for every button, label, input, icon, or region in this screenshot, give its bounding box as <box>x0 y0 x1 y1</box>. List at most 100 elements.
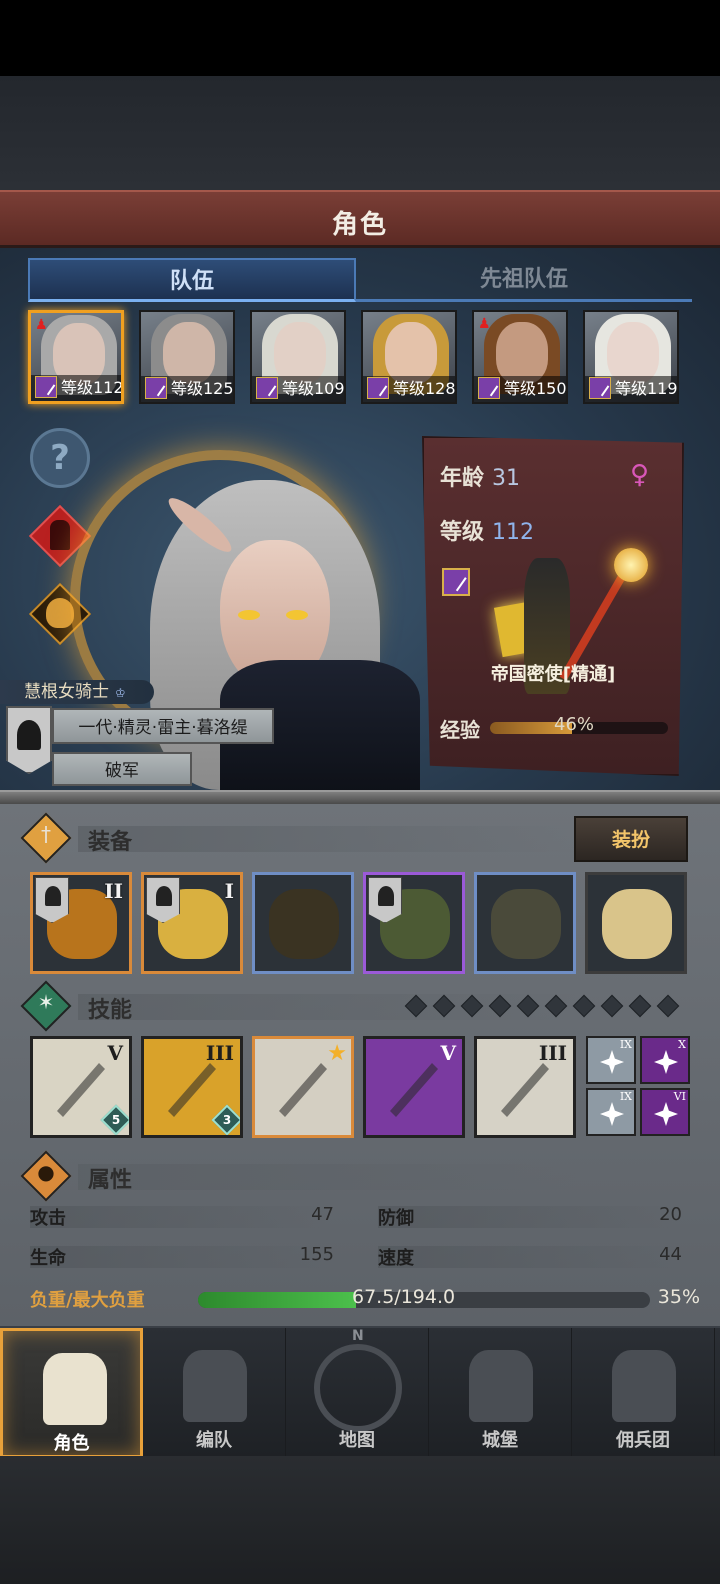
skill-gem <box>404 994 428 1018</box>
exp-label: 经验 <box>440 718 480 742</box>
nav-castle[interactable]: 城堡 <box>429 1328 572 1458</box>
equipment-slot[interactable]: I <box>141 872 243 974</box>
class-icon <box>367 377 389 399</box>
equipment-slot[interactable] <box>363 872 465 974</box>
level-value: 112 <box>492 520 535 545</box>
nav-knight-helmet[interactable]: 角色 <box>0 1328 143 1458</box>
defense-row: 防御 20 <box>378 1204 682 1230</box>
roster-portrait[interactable]: 等级109 <box>250 310 346 404</box>
tab-ancestor-team[interactable]: 先祖队伍 <box>356 258 692 302</box>
tab-team[interactable]: 队伍 <box>28 258 356 302</box>
exp-percent: 46% <box>554 714 595 735</box>
attack-value: 47 <box>311 1204 334 1225</box>
passive-skill[interactable]: IX <box>586 1036 636 1084</box>
passive-rank: X <box>678 1038 686 1051</box>
skill-gem <box>656 994 680 1018</box>
nav-label: 佣兵团 <box>616 1430 670 1451</box>
skill-slot[interactable]: III <box>474 1036 576 1138</box>
weight-value: 67.5/194.0 <box>352 1286 456 1308</box>
equipment-slot[interactable] <box>585 872 687 974</box>
skill-slot[interactable]: ★ <box>252 1036 354 1138</box>
skill-gem <box>544 994 568 1018</box>
roster-portrait[interactable]: ♟ 等级150 <box>472 310 568 404</box>
attributes-header: ● 属性 <box>20 1150 696 1202</box>
skill-rank: III <box>205 1041 234 1065</box>
passive-rank: VI <box>673 1090 686 1103</box>
class-icon[interactable] <box>442 568 470 596</box>
portrait-face <box>496 322 548 384</box>
equipment-title: 装备 <box>88 830 133 855</box>
skill-gem <box>516 994 540 1018</box>
roster: ♟ 等级112 等级125 等级109 等级128 ♟ 等级150 等级119 <box>28 310 692 406</box>
skill-level: 5 <box>111 1113 121 1127</box>
bottom-nav: 角色 编队 N 地图 城堡 佣兵团 <box>0 1326 720 1458</box>
level-label: 等级 <box>440 520 485 545</box>
nav-formation[interactable]: 编队 <box>143 1328 286 1458</box>
equipment-slots: II I <box>30 872 690 974</box>
skill-level-badge: 5 <box>100 1104 129 1135</box>
title-bar: 角色 <box>0 190 720 248</box>
class-icon <box>145 377 167 399</box>
passive-skill[interactable]: VI <box>640 1088 690 1136</box>
skill-gem <box>488 994 512 1018</box>
skill-gem <box>628 994 652 1018</box>
passive-skill-grid: IX X IX VI <box>586 1036 690 1138</box>
equipment-slot[interactable]: II <box>30 872 132 974</box>
class-icon <box>35 376 57 398</box>
star-icon: ✶ <box>37 990 55 1014</box>
tree-banner-icon <box>146 877 180 923</box>
female-icon: ♀ <box>630 460 650 490</box>
nav-map-compass[interactable]: N 地图 <box>286 1328 429 1458</box>
skill-gem <box>572 994 596 1018</box>
portrait-face <box>607 322 659 384</box>
nav-mercenary[interactable]: 佣兵团 <box>572 1328 715 1458</box>
info-panel: 年龄 31 ♀ 等级 112 帝国密使[精通] 经验 46% <box>422 436 684 776</box>
hp-value: 155 <box>299 1244 334 1265</box>
attack-label: 攻击 <box>30 1208 66 1229</box>
roster-portrait[interactable]: ♟ 等级112 <box>28 310 124 404</box>
class-icon <box>256 377 278 399</box>
mercenary-icon <box>612 1350 676 1422</box>
nav-label: 编队 <box>196 1430 232 1451</box>
header-backdrop <box>0 76 720 190</box>
attack-row: 攻击 47 <box>30 1204 334 1230</box>
equipment-art <box>491 889 561 959</box>
level-row: 等级 112 <box>440 514 534 546</box>
equipment-art <box>602 889 672 959</box>
crown-icon: ♔ <box>115 686 126 700</box>
skill-art <box>57 1063 105 1117</box>
roster-portrait[interactable]: 等级125 <box>139 310 235 404</box>
defense-label: 防御 <box>378 1208 414 1229</box>
skill-art <box>168 1063 216 1117</box>
compass-north-icon: N <box>352 1328 364 1344</box>
roster-portrait[interactable]: 等级119 <box>583 310 679 404</box>
roster-portrait[interactable]: 等级128 <box>361 310 457 404</box>
status-area <box>0 0 720 76</box>
age-label: 年龄 <box>440 466 485 491</box>
skill-slot[interactable]: V5 <box>30 1036 132 1138</box>
equipment-slot[interactable] <box>252 872 354 974</box>
dagger-icon: † <box>41 822 51 846</box>
hero-name-tag: 慧根女骑士 ♔ <box>0 680 154 704</box>
skill-slot[interactable]: III 3 <box>141 1036 243 1138</box>
skill-rank: V <box>107 1041 123 1065</box>
equipment-slot[interactable] <box>474 872 576 974</box>
hp-label: 生命 <box>30 1248 66 1269</box>
passive-rank: IX <box>619 1038 632 1051</box>
warrior-badge-icon: ♟ <box>478 316 491 332</box>
equipment-rank: I <box>224 879 234 903</box>
burst-icon <box>654 1050 678 1074</box>
weight-row: 负重/最大负重 67.5/194.0 35% <box>30 1286 700 1314</box>
passive-skill[interactable]: IX <box>586 1088 636 1136</box>
skill-gem <box>600 994 624 1018</box>
nav-label: 城堡 <box>482 1430 518 1451</box>
outfit-button[interactable]: 装扮 <box>574 816 688 862</box>
formation-icon <box>183 1350 247 1422</box>
castle-icon <box>469 1350 533 1422</box>
skill-rank: V <box>440 1041 456 1065</box>
hero-name: 慧根女骑士 <box>24 682 109 702</box>
passive-skill[interactable]: X <box>640 1036 690 1084</box>
skill-slot[interactable]: V <box>363 1036 465 1138</box>
skill-level: 3 <box>222 1113 232 1127</box>
speed-value: 44 <box>659 1244 682 1265</box>
